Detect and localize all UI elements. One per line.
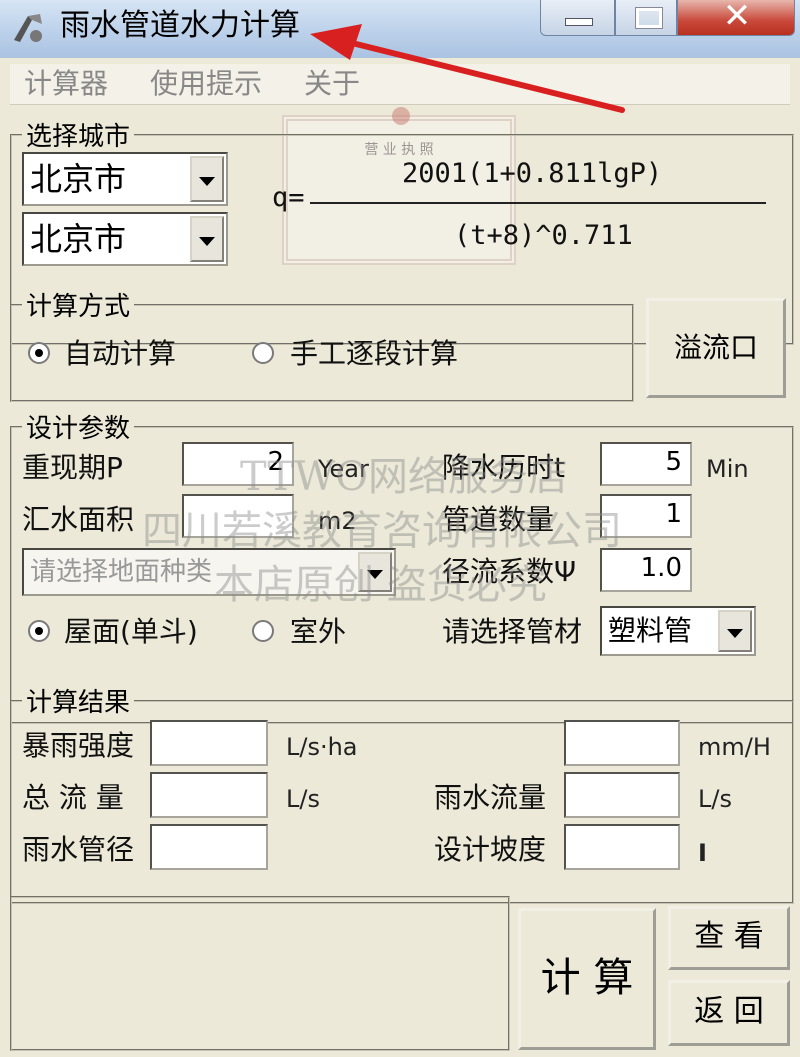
rain-flow-unit: L/s [698,785,732,813]
radio-auto-calc[interactable] [28,342,50,364]
rain-intensity-output [150,720,268,766]
method-legend: 计算方式 [26,292,131,322]
close-button[interactable]: ✕ [677,0,795,36]
overflow-button[interactable]: 溢流口 [646,298,786,398]
params-legend: 设计参数 [26,414,131,444]
back-button[interactable]: 返 回 [668,980,790,1046]
menu-usage-tips[interactable]: 使用提示 [150,68,262,100]
city-value: 北京市 [30,220,127,258]
annotation-arrow-icon [310,24,625,113]
total-flow-unit: L/s [286,785,320,813]
watermark-company: 四川若溪教育咨询有限公司 [142,508,622,554]
city-select[interactable]: 北京市 [22,212,228,266]
rain-duration-unit: Min [706,455,749,483]
fraction-line [310,202,766,204]
calculate-button[interactable]: 计 算 [518,908,656,1050]
radio-manual-calc[interactable] [252,342,274,364]
rain-duration-input[interactable]: 5 [600,442,692,486]
formula-prefix: q= [272,182,305,213]
close-icon: ✕ [722,0,752,36]
chevron-down-icon[interactable] [718,610,752,652]
roof-label[interactable]: 屋面(单斗) [64,614,198,650]
results-legend: 计算结果 [26,688,131,718]
rain-intensity-unit: L/s·ha [286,733,358,761]
rain-flow-output [564,772,680,818]
radio-roof[interactable] [28,620,50,642]
province-value: 北京市 [30,160,127,198]
pipe-diameter-output [150,824,268,870]
catch-area-label: 汇水面积 [22,503,135,536]
window-title: 雨水管道水力计算 [60,8,300,43]
city-legend: 选择城市 [26,122,131,152]
return-period-label: 重现期P [22,451,123,484]
design-slope-label: 设计坡度 [434,833,547,866]
radio-outdoor[interactable] [252,620,274,642]
pipe-material-label: 请选择管材 [442,615,583,648]
main-window: 计算器 使用提示 关于 营 业 执 照 选择城市 北京市 北京市 q= 2001… [0,58,800,1057]
pipe-diameter-label: 雨水管径 [22,833,135,866]
menu-calculator[interactable]: 计算器 [24,68,108,100]
rain-intensity-mmh-unit: mm/H [698,733,771,761]
formula-numerator: 2001(1+0.811lgP) [402,158,663,189]
chevron-down-icon[interactable] [190,156,224,202]
rain-intensity-mmh-output [564,720,680,766]
total-flow-output [150,772,268,818]
manual-calc-label[interactable]: 手工逐段计算 [290,336,458,372]
rain-intensity-label: 暴雨强度 [22,729,135,762]
pipe-material-value: 塑料管 [608,614,693,647]
app-icon [14,14,42,42]
design-slope-output [564,824,680,870]
outdoor-label[interactable]: 室外 [290,614,346,650]
surface-type-placeholder: 请选择地面种类 [30,557,213,587]
total-flow-label: 总 流 量 [22,781,124,814]
view-button[interactable]: 查 看 [668,906,790,970]
province-select[interactable]: 北京市 [22,152,228,206]
design-slope-unit: I [698,839,707,867]
rain-flow-label: 雨水流量 [434,781,547,814]
formula-denominator: (t+8)^0.711 [454,220,633,251]
watermark-copyright: 本店原创 盗货必究 [214,562,547,608]
watermark-store: TTWO网络服务店 [240,454,569,500]
chevron-down-icon[interactable] [190,216,224,262]
message-area [10,896,510,1051]
auto-calc-label[interactable]: 自动计算 [64,336,176,372]
pipe-material-select[interactable]: 塑料管 [600,606,756,656]
